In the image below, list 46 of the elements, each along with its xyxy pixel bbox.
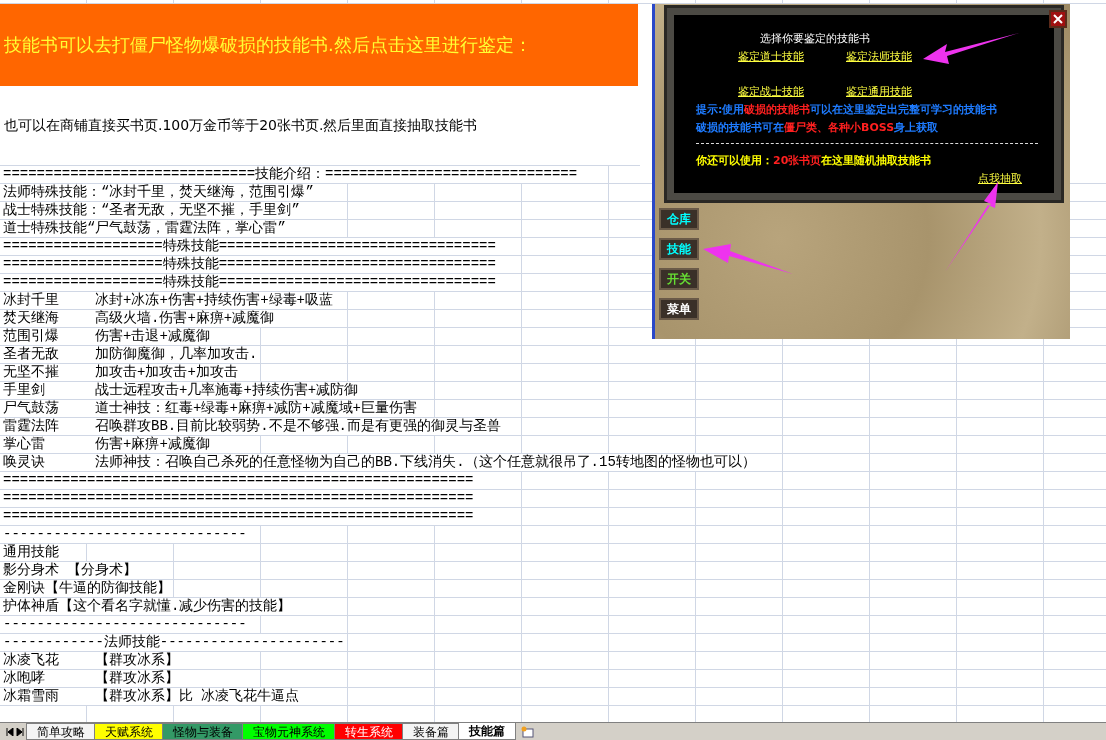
skill-detail: 战士远程攻击+几率施毒+持续伤害+减防御 xyxy=(92,382,359,399)
skill-detail: 高级火墙.伤害+麻痹+减魔御 xyxy=(92,310,275,327)
last-sheet-icon[interactable] xyxy=(16,727,24,736)
cell-text: 道士特殊技能“尸气鼓荡，雷霆法阵，掌心雷” xyxy=(0,220,286,237)
close-button[interactable] xyxy=(1049,10,1067,28)
identify-link[interactable]: 鉴定道士技能 xyxy=(738,49,846,64)
menu-button[interactable]: 仓库 xyxy=(659,208,699,230)
sheet-tab[interactable]: 装备篇 xyxy=(402,723,460,740)
sheet-tab[interactable]: 宝物元神系统 xyxy=(242,723,336,740)
usage-text: 你还可以使用：20张书页在这里随机抽取技能书 xyxy=(696,153,933,168)
draw-link[interactable]: 点我抽取 xyxy=(978,171,1022,186)
cell-text: ===================特殊技能================================= xyxy=(0,256,496,273)
menu-button[interactable]: 技能 xyxy=(659,238,699,260)
cell-text: ======================================================== xyxy=(0,508,474,525)
sheet-tab[interactable]: 天赋系统 xyxy=(94,723,164,740)
cell-text: ===================特殊技能================================= xyxy=(0,274,496,291)
cell-text: 战士特殊技能：“圣者无敌，无坚不摧，手里剑” xyxy=(0,202,300,219)
cell-text: ==============================技能介绍：============================== xyxy=(0,166,578,183)
identify-link[interactable]: 鉴定战士技能 xyxy=(738,84,846,99)
skill-detail: 冰封+冰冻+伤害+持续伤害+绿毒+吸蓝 xyxy=(92,292,333,309)
cell-text: 通用技能 xyxy=(0,544,59,561)
sheet-tab[interactable]: 技能篇 xyxy=(458,723,516,740)
skill-detail: 伤害+麻痹+减魔御 xyxy=(92,436,210,453)
skill-detail: 道士神技：红毒+绿毒+麻痹+减防+减魔域+巨量伤害 xyxy=(92,400,417,417)
skill-detail: 伤害+击退+减魔御 xyxy=(92,328,210,345)
sheet-tab[interactable]: 怪物与装备 xyxy=(162,723,244,740)
note-text: 也可以在商铺直接买书页.100万金币等于20张书页.然后里面直接抽取技能书 xyxy=(3,116,478,135)
cell-text: ======================================================== xyxy=(0,472,474,489)
cell-text: ===================特殊技能================================= xyxy=(0,238,496,255)
skill-detail: 加攻击+加攻击+加攻击 xyxy=(92,364,238,381)
sheet-tab[interactable]: 转生系统 xyxy=(334,723,404,740)
first-sheet-icon[interactable] xyxy=(6,727,14,736)
cell-text: 法师特殊技能：“冰封千里，焚天继海，范围引爆” xyxy=(0,184,314,201)
dialog-title: 选择你要鉴定的技能书 xyxy=(759,31,871,46)
skill-detail: 召唤群攻BB.目前比较弱势.不是不够强.而是有更强的御灵与圣兽 xyxy=(92,418,501,435)
cell-text: ======================================================== xyxy=(0,490,474,507)
identify-link[interactable]: 鉴定通用技能 xyxy=(846,84,954,99)
sheet-tab[interactable]: 简单攻略 xyxy=(26,723,96,740)
identify-link[interactable]: 鉴定法师技能 xyxy=(846,49,954,64)
banner-text: 技能书可以去打僵尸怪物爆破损的技能书.然后点击这里进行鉴定： xyxy=(0,4,638,86)
insert-sheet-icon[interactable] xyxy=(520,725,534,738)
menu-button[interactable]: 开关 xyxy=(659,268,699,290)
hint-text: 破损的技能书可在僵尸类、各种小BOSS身上获取 xyxy=(696,120,940,135)
close-icon xyxy=(1053,14,1063,24)
menu-button[interactable]: 菜单 xyxy=(659,298,699,320)
hint-text: 提示:使用破损的技能书可以在这里鉴定出完整可学习的技能书 xyxy=(696,102,999,117)
